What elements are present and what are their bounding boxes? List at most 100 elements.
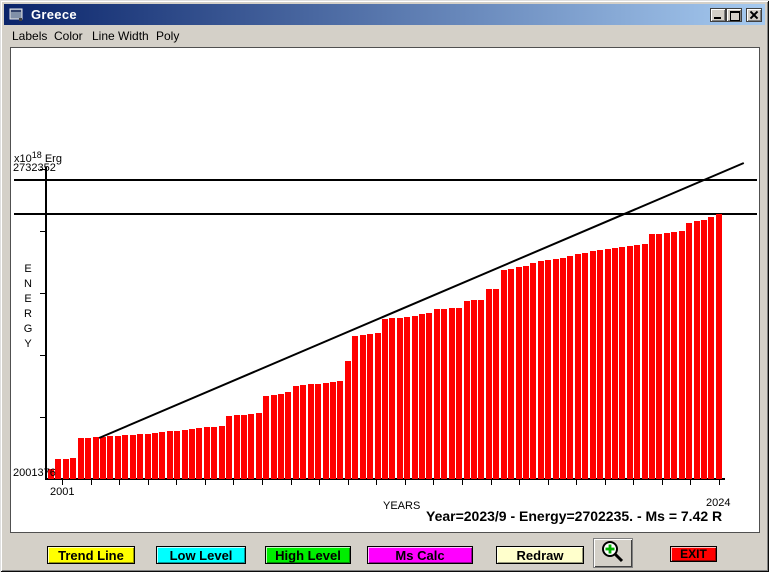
x-axis-tick (547, 480, 549, 485)
app-window: Greece Labels Color Line Width Poly x101… (0, 0, 769, 572)
energy-bar (233, 415, 240, 479)
energy-bar (611, 248, 618, 479)
energy-bar (55, 459, 62, 479)
x-axis-tick (461, 480, 463, 485)
energy-bar (122, 435, 129, 479)
chart-canvas[interactable]: x1018 Erg 2732352 2001376 ENERGY 2001 20… (10, 47, 760, 533)
energy-bar (70, 458, 77, 479)
energy-bar (181, 430, 188, 479)
low-level-button[interactable]: Low Level (156, 546, 246, 564)
x-axis-tick (319, 480, 321, 485)
energy-bar (441, 309, 448, 479)
menu-bar: Labels Color Line Width Poly (4, 26, 765, 45)
energy-bar (174, 431, 181, 479)
energy-bar (708, 217, 715, 479)
energy-bar (300, 385, 307, 479)
energy-bar (478, 300, 485, 479)
x-axis-tick (576, 480, 578, 485)
energy-bar (404, 317, 411, 479)
magnifier-plus-icon (600, 539, 626, 568)
ms-calc-button[interactable]: Ms Calc (367, 546, 473, 564)
energy-bar (426, 313, 433, 479)
window-title: Greece (31, 7, 77, 22)
energy-bar (433, 309, 440, 479)
exit-button[interactable]: EXIT (670, 546, 717, 562)
energy-bar (285, 392, 292, 479)
energy-bar (352, 336, 359, 479)
maximize-icon (730, 11, 740, 21)
energy-bar (693, 221, 700, 479)
energy-bar (211, 427, 218, 479)
energy-bar (552, 259, 559, 479)
menu-labels[interactable]: Labels (10, 28, 49, 44)
trend-line-button[interactable]: Trend Line (47, 546, 135, 564)
energy-bar (515, 267, 522, 479)
x-axis-tick (119, 480, 121, 485)
x-axis-tick (90, 480, 92, 485)
energy-bar (508, 269, 514, 479)
energy-bar (307, 384, 314, 479)
x-first-tick-label: 2001 (50, 486, 75, 498)
energy-bar (411, 316, 418, 479)
energy-bar (649, 234, 655, 479)
energy-bar (419, 314, 425, 479)
title-bar[interactable]: Greece (4, 4, 765, 25)
energy-bar (226, 416, 233, 479)
energy-bar (85, 438, 92, 479)
energy-bar (500, 270, 507, 479)
menu-color[interactable]: Color (52, 28, 85, 44)
close-button[interactable] (746, 8, 762, 22)
energy-bar (129, 435, 136, 479)
x-axis-tick (490, 480, 492, 485)
x-axis-title: YEARS (383, 500, 421, 512)
energy-bar (248, 414, 255, 479)
x-axis-tick (233, 480, 235, 485)
y-axis-min-label: 2001376 (13, 467, 56, 479)
maximize-button[interactable] (726, 8, 742, 22)
energy-bar (62, 459, 69, 479)
energy-bar (522, 266, 529, 479)
energy-bar (270, 395, 277, 479)
energy-bar (166, 431, 173, 479)
zoom-button[interactable] (593, 538, 633, 568)
energy-bar (292, 386, 299, 479)
y-axis-max-label: 2732352 (13, 162, 56, 174)
unit-exponent: 18 (31, 150, 42, 160)
energy-bar (396, 318, 403, 479)
energy-bar (604, 249, 611, 479)
energy-bar (597, 250, 604, 479)
low-level-line (14, 213, 757, 215)
energy-bar (344, 361, 351, 479)
menu-poly[interactable]: Poly (154, 28, 181, 44)
menu-line-width[interactable]: Line Width (90, 28, 151, 44)
energy-bar (589, 251, 596, 479)
minimize-icon (714, 17, 721, 19)
energy-bar (144, 434, 151, 479)
energy-bar (278, 394, 284, 479)
energy-bar (263, 396, 270, 479)
energy-bar (537, 261, 544, 479)
energy-bar (196, 428, 203, 479)
energy-bar (107, 436, 114, 479)
energy-bar (456, 308, 463, 479)
x-axis-tick (633, 480, 635, 485)
energy-bar (330, 382, 336, 479)
energy-bar (337, 381, 344, 479)
energy-bar (626, 246, 633, 479)
energy-bar (530, 263, 537, 479)
x-axis-tick (347, 480, 349, 485)
x-axis-tick (433, 480, 435, 485)
x-axis-tick (204, 480, 206, 485)
x-axis-tick (62, 480, 63, 485)
energy-bar (367, 334, 374, 479)
energy-bar (678, 231, 685, 479)
x-axis-tick (719, 480, 720, 485)
y-axis-title: ENERGY (22, 263, 34, 353)
minimize-button[interactable] (710, 8, 726, 22)
energy-bar (493, 289, 500, 479)
energy-bar (582, 253, 589, 479)
x-axis-tick (690, 480, 692, 485)
x-axis-tick (519, 480, 520, 485)
high-level-button[interactable]: High Level (265, 546, 351, 564)
redraw-button[interactable]: Redraw (496, 546, 584, 564)
